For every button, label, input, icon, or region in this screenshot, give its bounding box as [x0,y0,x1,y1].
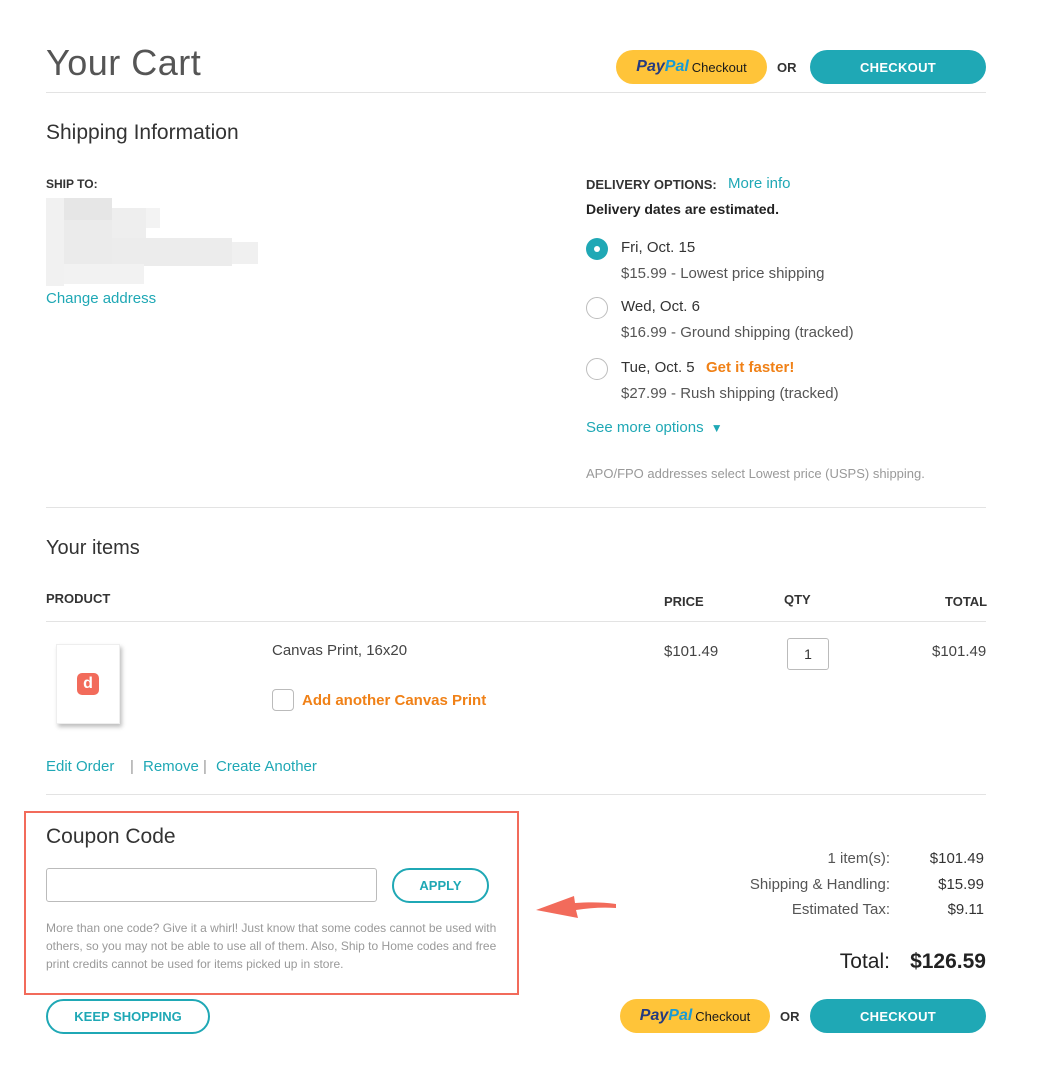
divider [46,621,986,622]
divider [46,92,986,93]
items-section-title: Your items [46,537,140,559]
delivery-option-radio-2[interactable] [586,297,608,319]
product-price: $101.49 [664,643,719,660]
remove-link[interactable]: Remove [143,758,199,775]
add-another-checkbox[interactable] [272,689,294,711]
or-separator-top: OR [777,60,797,75]
divider [46,507,986,508]
column-header-total: TOTAL [945,594,988,609]
paypal-checkout-button-bottom[interactable]: PayPal Checkout [620,999,770,1033]
add-another-label[interactable]: Add another Canvas Print [302,692,486,709]
delivery-option-radio-3[interactable] [586,358,608,380]
shipping-section-title: Shipping Information [46,121,239,144]
create-another-link[interactable]: Create Another [216,758,317,775]
total-label: Total: [839,950,890,973]
delivery-option-radio-1[interactable] [586,238,608,260]
brand-logo-icon: d [77,673,99,695]
summary-items-value: $101.49 [929,850,984,867]
delivery-option-desc-2: $16.99 - Ground shipping (tracked) [621,324,854,341]
coupon-code-input[interactable] [46,868,377,902]
address-redacted-image [46,198,258,286]
paypal-logo: PayPal [639,1007,693,1024]
keep-shopping-button[interactable]: KEEP SHOPPING [46,999,210,1034]
summary-shipping-label: Shipping & Handling: [749,876,890,893]
column-header-price: PRICE [664,594,704,609]
annotation-arrow-icon [536,896,616,918]
column-header-qty: QTY [784,592,811,607]
delivery-option-date-3: Tue, Oct. 5 [621,359,695,376]
delivery-options-label: DELIVERY OPTIONS: [586,177,717,192]
paypal-checkout-button-top[interactable]: PayPal Checkout [616,50,767,84]
column-header-product: PRODUCT [46,591,111,606]
paypal-checkout-label: Checkout [691,59,747,75]
get-it-faster-badge: Get it faster! [706,359,795,376]
checkout-button-top[interactable]: CHECKOUT [810,50,986,84]
paypal-logo: PayPal [636,58,689,75]
edit-order-link[interactable]: Edit Order [46,758,114,775]
coupon-note: More than one code? Give it a whirl! Jus… [46,921,497,971]
product-name: Canvas Print, 16x20 [272,642,408,659]
product-thumbnail[interactable]: d [56,644,120,724]
summary-tax-label: Estimated Tax: [791,901,890,918]
page-title: Your Cart [46,42,202,83]
quantity-input[interactable]: 1 [787,638,829,670]
checkout-button-bottom[interactable]: CHECKOUT [810,999,986,1033]
ship-to-label: SHIP TO: [46,177,98,191]
summary-items-label: 1 item(s): [827,850,890,867]
delivery-option-desc-3: $27.99 - Rush shipping (tracked) [621,385,839,402]
delivery-option-date-2: Wed, Oct. 6 [621,298,700,315]
paypal-checkout-label: Checkout [695,1008,751,1024]
see-more-options-label: See more options [586,419,704,436]
action-separator: | [130,758,134,775]
total-value: $126.59 [910,950,986,973]
apo-fpo-note: APO/FPO addresses select Lowest price (U… [586,466,925,481]
coupon-title: Coupon Code [46,825,176,848]
summary-tax-value: $9.11 [947,901,984,918]
see-more-options-link[interactable]: See more options ▼ [586,419,723,436]
summary-shipping-value: $15.99 [938,876,984,893]
change-address-link[interactable]: Change address [46,290,156,307]
product-total: $101.49 [932,643,987,660]
divider [46,794,986,795]
delivery-estimate-note: Delivery dates are estimated. [586,201,779,217]
delivery-option-desc-1: $15.99 - Lowest price shipping [621,265,825,282]
triangle-down-icon: ▼ [710,421,723,435]
or-separator-bottom: OR [780,1009,800,1024]
apply-coupon-button[interactable]: APPLY [392,868,489,903]
more-info-link[interactable]: More info [728,175,791,192]
delivery-option-date-1: Fri, Oct. 15 [621,239,696,256]
action-separator: | [203,758,207,775]
